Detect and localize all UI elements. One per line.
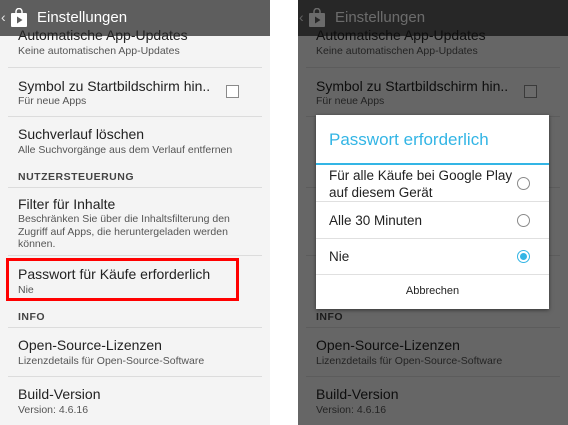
back-chevron-icon[interactable]: ‹ — [1, 9, 6, 25]
setting-content-filter[interactable]: Filter für Inhalte Beschränken Sie über … — [0, 188, 270, 254]
radio-button[interactable] — [517, 177, 530, 190]
setting-subtitle: Beschränken Sie über die Inhaltsfilterun… — [18, 213, 230, 250]
shortcut-checkbox[interactable] — [226, 85, 239, 98]
setting-clear-history[interactable]: Suchverlauf löschen Alle Suchvorgänge au… — [0, 117, 270, 163]
setting-auto-update[interactable]: Automatische App-Updates Keine automatis… — [0, 24, 270, 70]
settings-list: Automatische App-Updates Keine automatis… — [0, 27, 270, 425]
setting-title: Suchverlauf löschen — [18, 126, 145, 142]
dialog-title: Passwort erforderlich — [329, 130, 489, 149]
setting-title: Build-Version — [18, 386, 101, 402]
setting-shortcut[interactable]: Symbol zu Startbildschirm hin.. Für neue… — [0, 68, 270, 114]
dialog-option-all-purchases[interactable]: Für alle Käufe bei Google Play auf diese… — [316, 165, 549, 201]
option-label: Alle 30 Minuten — [329, 213, 423, 228]
section-header-user-controls: NUTZERSTEUERUNG — [18, 171, 135, 183]
setting-title: Automatische App-Updates — [18, 27, 188, 43]
setting-licenses[interactable]: Open-Source-Lizenzen Lizenzdetails für O… — [0, 328, 270, 374]
divider — [8, 255, 262, 256]
setting-title: Open-Source-Lizenzen — [18, 337, 162, 353]
radio-button-selected[interactable] — [517, 250, 530, 263]
setting-subtitle: Version: 4.6.16 — [18, 404, 89, 416]
section-header-info: INFO — [18, 311, 46, 323]
highlight-box — [6, 258, 239, 301]
settings-screen-left: ‹ Einstellungen Automatische App-Updates… — [0, 0, 270, 425]
setting-build-version[interactable]: Build-Version Version: 4.6.16 — [0, 377, 270, 423]
option-label: Nie — [329, 249, 350, 264]
setting-subtitle: Lizenzdetails für Open-Source-Software — [18, 355, 205, 367]
dialog-option-never[interactable]: Nie — [316, 239, 549, 274]
cancel-button[interactable]: Abbrechen — [316, 274, 549, 309]
settings-screen-right: ‹ Einstellungen Automatische App-Updates… — [298, 0, 568, 425]
option-label: Für alle Käufe bei Google Play auf diese… — [329, 168, 513, 200]
setting-subtitle: Alle Suchvorgänge aus dem Verlauf entfer… — [18, 144, 233, 156]
radio-button[interactable] — [517, 214, 530, 227]
password-dialog: Passwort erforderlich Für alle Käufe bei… — [316, 115, 549, 309]
dialog-option-30-minutes[interactable]: Alle 30 Minuten — [316, 202, 549, 238]
setting-title: Filter für Inhalte — [18, 196, 116, 212]
setting-subtitle: Keine automatischen App-Updates — [18, 45, 180, 57]
setting-title: Symbol zu Startbildschirm hin.. — [18, 78, 211, 94]
setting-subtitle: Für neue Apps — [18, 95, 87, 107]
